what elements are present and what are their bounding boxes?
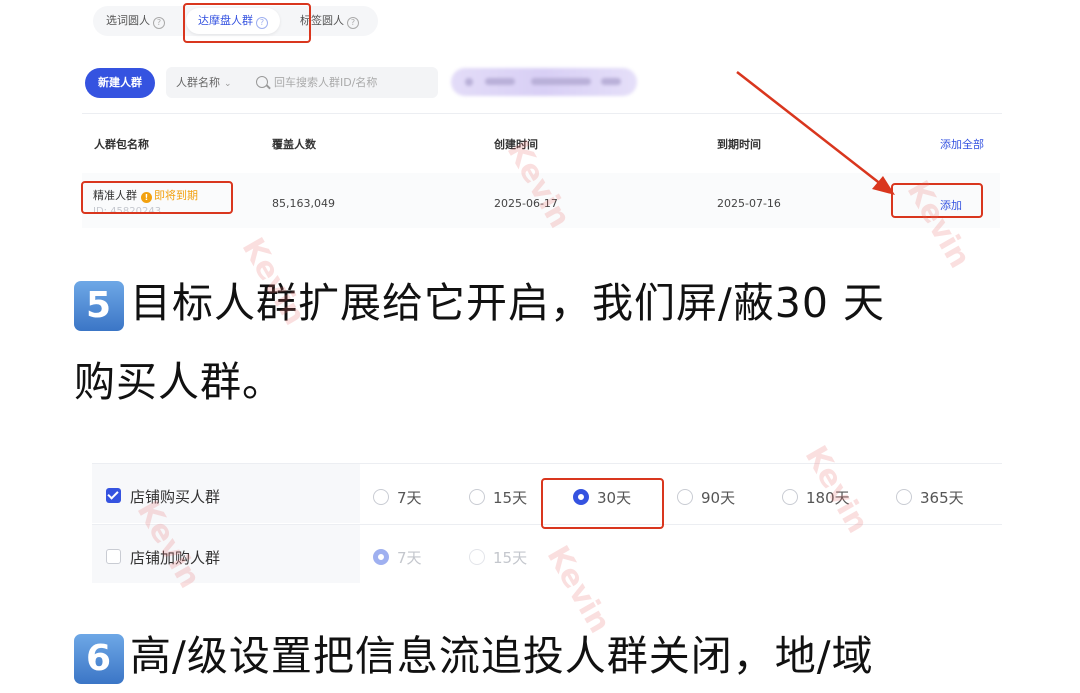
radio-addcart-7d	[373, 549, 389, 565]
panel-divider	[92, 463, 1002, 464]
radio-15d-label: 15天	[493, 489, 528, 507]
radio-90d-label: 90天	[701, 489, 736, 507]
radio-15d[interactable]	[469, 489, 485, 505]
step6-text-line1: 高/级设置把信息流追投人群关闭，地/域	[130, 632, 874, 680]
step5-line2: 购买人群。	[74, 358, 284, 406]
highlight-box-30d	[541, 478, 664, 529]
radio-365d-label: 365天	[920, 489, 964, 507]
radio-7d[interactable]	[373, 489, 389, 505]
step5-text-line1: 目标人群扩展给它开启，我们屏/蔽30 天	[130, 279, 886, 327]
radio-180d[interactable]	[782, 489, 798, 505]
shop-addcart-checkbox[interactable]	[106, 549, 121, 564]
step5-line1: 5 目标人群扩展给它开启，我们屏/蔽30 天	[74, 266, 885, 340]
radio-365d[interactable]	[896, 489, 912, 505]
step6-number-badge: 6	[74, 634, 124, 684]
step5-number-badge: 5	[74, 281, 124, 331]
radio-addcart-15d-label: 15天	[493, 549, 528, 567]
step6-line1: 6 高/级设置把信息流追投人群关闭，地/域	[74, 619, 874, 693]
radio-7d-label: 7天	[397, 489, 422, 507]
radio-addcart-15d	[469, 549, 485, 565]
shop-purchase-checkbox[interactable]	[106, 488, 121, 503]
radio-90d[interactable]	[677, 489, 693, 505]
radio-addcart-7d-label: 7天	[397, 549, 422, 567]
